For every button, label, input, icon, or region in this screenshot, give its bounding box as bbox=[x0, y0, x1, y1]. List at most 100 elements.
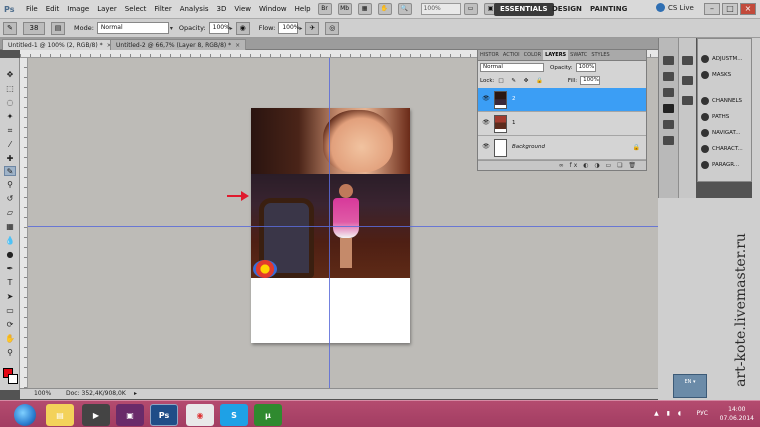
media-player-icon[interactable]: ▶ bbox=[82, 404, 110, 426]
tab-swatches[interactable]: SWATC bbox=[568, 50, 589, 60]
dock-paths[interactable]: PATHS bbox=[701, 111, 753, 123]
fill-field[interactable]: 100% bbox=[580, 76, 601, 85]
layer-row-2[interactable]: 👁 2 bbox=[478, 88, 646, 112]
lock-icons[interactable]: □ ✎ ✥ 🔒 bbox=[498, 78, 546, 84]
pressure-size-icon[interactable]: ◎ bbox=[325, 21, 340, 35]
mode-select[interactable]: Normal bbox=[96, 22, 169, 34]
menu-help[interactable]: Help bbox=[291, 5, 315, 13]
grid-icon[interactable]: ▦ bbox=[357, 3, 372, 15]
skype-icon[interactable]: S bbox=[220, 404, 248, 426]
dock-navigator[interactable]: NAVIGAT... bbox=[701, 127, 753, 139]
brush-icon[interactable]: ✎ bbox=[3, 21, 17, 35]
3d-rotate-tool-icon[interactable]: ⟳ bbox=[4, 320, 16, 330]
menu-analysis[interactable]: Analysis bbox=[176, 5, 213, 13]
layers-icon[interactable] bbox=[663, 104, 674, 113]
swatches-icon[interactable] bbox=[663, 120, 674, 129]
tab-history[interactable]: HISTOR bbox=[478, 50, 501, 60]
dock-channels[interactable]: CHANNELS bbox=[701, 95, 753, 107]
blend-mode-select[interactable]: Normal bbox=[480, 63, 544, 72]
zoom-select[interactable]: 100% bbox=[420, 3, 461, 15]
tab-untitled-1[interactable]: Untitled-1 @ 100% (2, RGB/8) *× bbox=[2, 39, 118, 50]
eraser-tool-icon[interactable]: ▱ bbox=[4, 208, 16, 218]
minimize-button[interactable]: – bbox=[704, 3, 720, 15]
menu-view[interactable]: View bbox=[230, 5, 255, 13]
quick-select-tool-icon[interactable]: ✦ bbox=[4, 112, 16, 122]
guide-horizontal[interactable] bbox=[28, 226, 658, 227]
app-icon[interactable]: ▣ bbox=[116, 404, 144, 426]
workspace-essentials[interactable]: ESSENTIALS bbox=[494, 3, 554, 16]
background-color-swatch[interactable] bbox=[8, 374, 18, 384]
airbrush-icon[interactable]: ✈ bbox=[305, 21, 320, 35]
clock[interactable]: 14:00 07.06.2014 bbox=[720, 405, 754, 423]
tray-icons[interactable]: ▲ ▮ ◖ bbox=[654, 410, 684, 417]
bridge-icon[interactable]: Br bbox=[317, 3, 332, 15]
menu-edit[interactable]: Edit bbox=[42, 5, 64, 13]
dock-character[interactable]: CHARACT... bbox=[701, 143, 753, 155]
dodge-tool-icon[interactable]: ● bbox=[4, 250, 16, 260]
tab-color[interactable]: COLOR bbox=[522, 50, 543, 60]
language-indicator[interactable]: РУС bbox=[697, 410, 708, 417]
blur-tool-icon[interactable]: 💧 bbox=[4, 236, 16, 246]
menu-layer[interactable]: Layer bbox=[93, 5, 121, 13]
arrange-icon[interactable]: ▭ bbox=[463, 3, 478, 15]
actions-icon[interactable] bbox=[663, 72, 674, 81]
pressure-opacity-icon[interactable]: ◉ bbox=[235, 21, 250, 35]
brush-panel-icon[interactable]: ▤ bbox=[51, 21, 65, 35]
tab-layers[interactable]: LAYERS bbox=[543, 50, 569, 60]
tool-presets-icon[interactable] bbox=[682, 56, 693, 65]
layer-actions-icons[interactable]: ∞ fx ◐ ◑ ▭ ❏ 🗑 bbox=[559, 162, 638, 169]
close-icon[interactable]: × bbox=[235, 42, 240, 49]
color-icon[interactable] bbox=[663, 88, 674, 97]
close-button[interactable]: × bbox=[740, 3, 756, 15]
history-brush-tool-icon[interactable]: ↺ bbox=[4, 194, 16, 204]
zoom-tool-icon[interactable]: ⚲ bbox=[4, 348, 16, 358]
menu-select[interactable]: Select bbox=[121, 5, 151, 13]
tab-untitled-2[interactable]: Untitled-2 @ 66,7% (Layer 8, RGB/8) * × bbox=[110, 39, 247, 50]
gradient-tool-icon[interactable]: ▦ bbox=[4, 222, 16, 232]
layer-opacity-field[interactable]: 100% bbox=[575, 63, 596, 72]
type-tool-icon[interactable]: T bbox=[4, 278, 16, 288]
menu-image[interactable]: Image bbox=[63, 5, 93, 13]
mini-bridge-icon[interactable]: Mb bbox=[337, 3, 352, 15]
chrome-icon[interactable]: ◉ bbox=[186, 404, 214, 426]
chevron-right-icon[interactable]: ▸ bbox=[299, 25, 302, 32]
utorrent-icon[interactable]: µ bbox=[254, 404, 282, 426]
menu-3d[interactable]: 3D bbox=[213, 5, 231, 13]
info-icon[interactable] bbox=[682, 96, 693, 105]
pen-tool-icon[interactable]: ✒ bbox=[4, 264, 16, 274]
layer-row-background[interactable]: 👁 Background 🔒 bbox=[478, 136, 646, 160]
guide-vertical[interactable] bbox=[329, 58, 330, 388]
hand-icon[interactable]: ✋ bbox=[377, 3, 392, 15]
cs-live[interactable]: CS Live bbox=[656, 3, 694, 12]
status-menu-arrow-icon[interactable]: ▸ bbox=[134, 389, 137, 399]
marquee-tool-icon[interactable]: ⬚ bbox=[4, 84, 16, 94]
eyedropper-tool-icon[interactable]: ⁄ bbox=[4, 140, 16, 150]
dock-masks[interactable]: MASKS bbox=[701, 69, 753, 81]
lasso-tool-icon[interactable]: ◌ bbox=[4, 98, 16, 108]
history-icon[interactable] bbox=[663, 56, 674, 65]
styles-icon[interactable] bbox=[663, 136, 674, 145]
eye-icon[interactable]: 👁 bbox=[482, 96, 490, 102]
brush-tool-icon[interactable]: ✎ bbox=[4, 166, 16, 176]
maximize-button[interactable]: □ bbox=[722, 3, 738, 15]
healing-brush-tool-icon[interactable]: ✚ bbox=[4, 154, 16, 164]
brushes-icon[interactable] bbox=[682, 76, 693, 85]
photoshop-taskbar-icon[interactable]: Ps bbox=[150, 404, 178, 426]
menu-file[interactable]: File bbox=[22, 5, 42, 13]
workspace-design[interactable]: DESIGN bbox=[546, 3, 588, 16]
dock-paragraph[interactable]: PARAGR... bbox=[701, 159, 753, 171]
path-select-tool-icon[interactable]: ➤ bbox=[4, 292, 16, 302]
eye-icon[interactable]: 👁 bbox=[482, 144, 490, 150]
ruler-vertical[interactable] bbox=[20, 58, 28, 388]
workspace-painting[interactable]: PAINTING bbox=[584, 3, 633, 16]
crop-tool-icon[interactable]: ⌗ bbox=[4, 126, 16, 136]
status-zoom[interactable]: 100% bbox=[34, 389, 51, 399]
tab-actions[interactable]: ACTIOI bbox=[501, 50, 522, 60]
opacity-field[interactable]: 100% bbox=[208, 22, 230, 34]
explorer-icon[interactable]: ▤ bbox=[46, 404, 74, 426]
layer-row-1[interactable]: 👁 1 bbox=[478, 112, 646, 136]
eye-icon[interactable]: 👁 bbox=[482, 120, 490, 126]
dock-adjustments[interactable]: ADJUSTM... bbox=[701, 53, 753, 65]
shape-tool-icon[interactable]: ▭ bbox=[4, 306, 16, 316]
zoom-icon[interactable]: 🔍 bbox=[397, 3, 412, 15]
